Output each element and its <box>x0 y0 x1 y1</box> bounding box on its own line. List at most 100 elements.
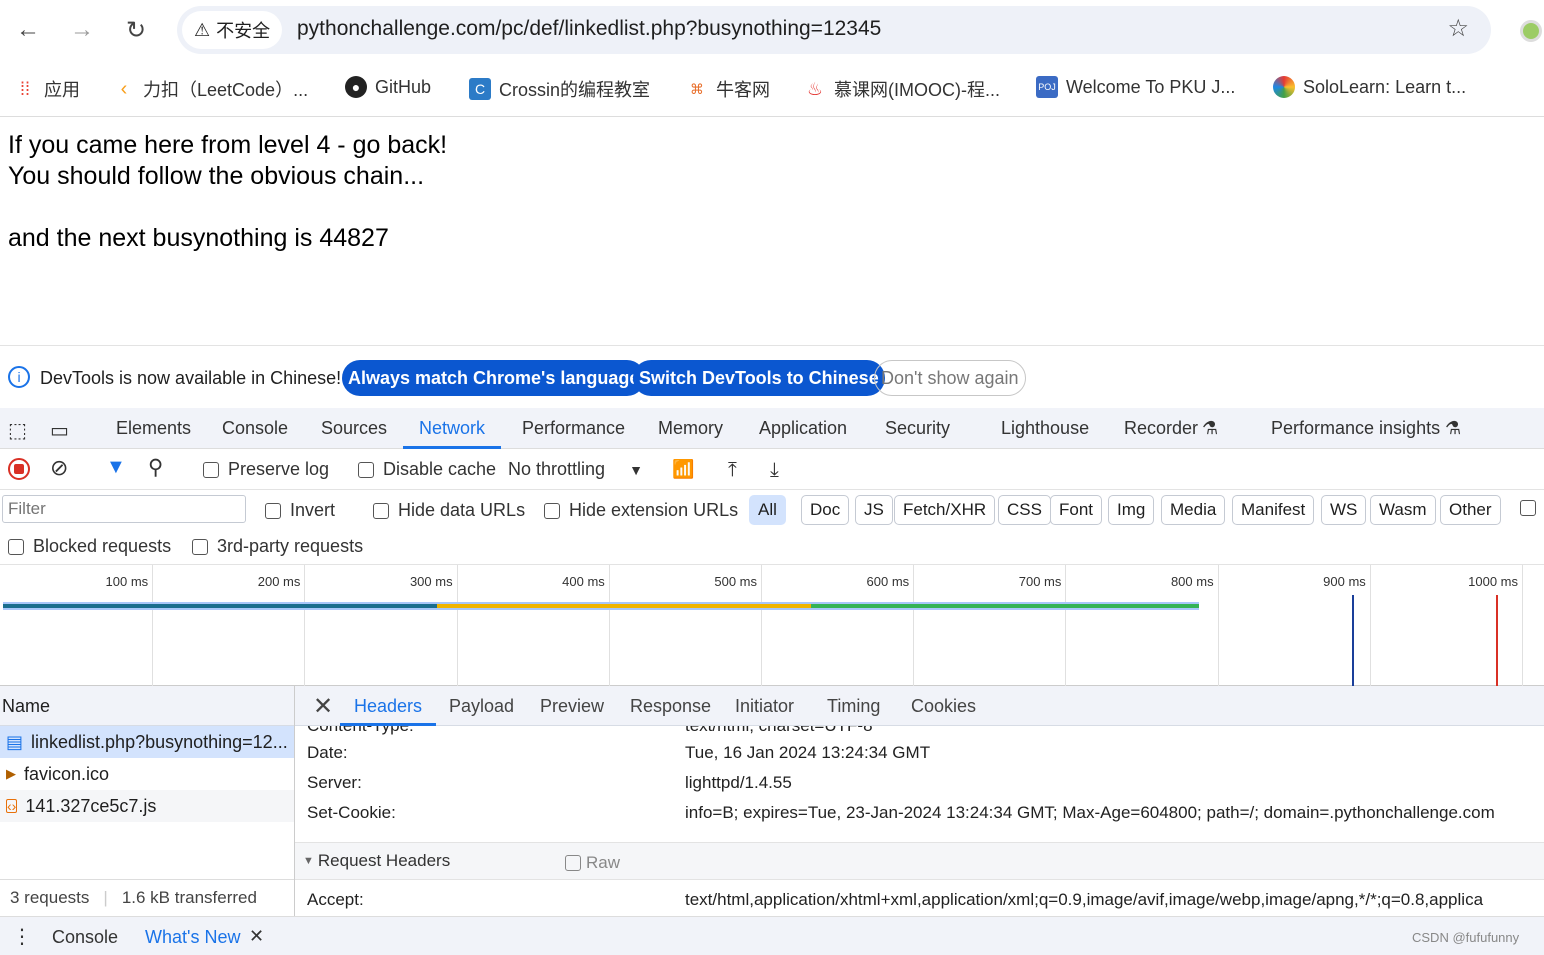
more-options-icon[interactable]: ⋮ <box>12 924 32 949</box>
dropdown-arrow-icon: ▼ <box>629 461 643 478</box>
filter-icon[interactable]: ▼ <box>106 456 126 479</box>
tick-label: 400 ms <box>562 574 605 589</box>
clear-icon[interactable]: ⊘ <box>50 455 68 481</box>
export-har-icon[interactable]: ⤓ <box>770 459 779 482</box>
bookmark-label: GitHub <box>375 76 432 97</box>
tab-recorder[interactable]: Recorder <box>1124 418 1198 439</box>
url-text[interactable]: pythonchallenge.com/pc/def/linkedlist.ph… <box>297 17 881 41</box>
request-row[interactable]: ▶ favicon.ico <box>0 758 294 790</box>
type-filter-all[interactable]: All <box>749 495 786 525</box>
tick-label: 800 ms <box>1170 574 1214 589</box>
type-filter-css[interactable]: CSS <box>998 495 1051 525</box>
type-filter-fetch-xhr[interactable]: Fetch/XHR <box>894 495 996 525</box>
tab-headers[interactable]: Headers <box>340 686 437 726</box>
tab-network[interactable]: Network <box>403 408 502 449</box>
address-bar[interactable]: ⚠ 不安全 pythonchallenge.com/pc/def/linkedli… <box>177 6 1491 54</box>
tab-application[interactable]: Application <box>759 418 847 439</box>
bookmark-apps[interactable]: ⁞⁞ 应用 <box>14 76 80 102</box>
security-chip[interactable]: ⚠ 不安全 <box>182 11 283 49</box>
throttling-select[interactable]: No throttling ▼ <box>508 459 643 480</box>
reload-button[interactable]: ↻ <box>116 10 156 50</box>
profile-avatar[interactable] <box>1520 20 1542 42</box>
always-match-language-button[interactable]: Always match Chrome's language <box>342 360 646 396</box>
requests-count: 3 requests <box>10 888 90 907</box>
raw-checkbox[interactable]: Raw <box>565 853 620 873</box>
record-stop-button[interactable] <box>8 458 30 480</box>
script-icon: ‹› <box>6 798 18 814</box>
bookmark-poj[interactable]: POJ Welcome To PKU J... <box>1036 76 1235 98</box>
request-row[interactable]: ‹› 141.327ce5c7.js <box>0 790 294 822</box>
device-toolbar-icon[interactable]: ▭ <box>50 418 69 443</box>
blocked-requests-checkbox[interactable]: Blocked requests <box>8 536 171 557</box>
type-filter-wasm[interactable]: Wasm <box>1370 495 1436 525</box>
tab-elements[interactable]: Elements <box>116 418 191 439</box>
network-conditions-icon[interactable]: 📶 <box>672 459 694 480</box>
type-filter-other[interactable]: Other <box>1440 495 1501 525</box>
tick-label: 600 ms <box>866 574 910 589</box>
invert-checkbox[interactable]: Invert <box>265 500 335 521</box>
type-filter-doc[interactable]: Doc <box>801 495 850 525</box>
bookmark-label: 牛客网 <box>716 80 770 100</box>
tab-preview[interactable]: Preview <box>540 696 604 717</box>
third-party-requests-checkbox[interactable]: 3rd-party requests <box>192 536 363 557</box>
type-filter-js[interactable]: JS <box>855 495 893 525</box>
drawer-tab-console[interactable]: Console <box>52 927 118 948</box>
switch-devtools-chinese-button[interactable]: Switch DevTools to Chinese <box>633 360 885 396</box>
back-button[interactable]: ← <box>8 10 48 50</box>
disable-cache-checkbox[interactable]: Disable cache <box>358 459 496 480</box>
grid-line <box>304 565 306 686</box>
tab-memory[interactable]: Memory <box>658 418 723 439</box>
search-icon[interactable]: ⚲ <box>148 455 163 480</box>
tab-cookies[interactable]: Cookies <box>911 696 976 717</box>
network-overview-timeline[interactable]: 100 ms 200 ms 300 ms 400 ms 500 ms 600 ms 700 … <box>0 565 1544 686</box>
request-waterfall-bar <box>436 602 812 610</box>
bookmark-star-icon[interactable]: ☆ <box>1447 14 1469 43</box>
grid-line <box>608 565 610 686</box>
tick-label: 300 ms <box>409 574 453 589</box>
close-icon[interactable]: ✕ <box>249 926 264 947</box>
tab-payload[interactable]: Payload <box>449 696 514 717</box>
name-column-header[interactable]: Name <box>0 686 294 726</box>
type-filter-manifest[interactable]: Manifest <box>1232 495 1315 525</box>
inspect-element-icon[interactable]: ⬚ <box>8 418 27 443</box>
forward-button[interactable]: → <box>62 10 102 50</box>
tab-timing[interactable]: Timing <box>827 696 880 717</box>
bookmark-github[interactable]: ● GitHub <box>345 76 431 98</box>
type-filter-font[interactable]: Font <box>1050 495 1103 525</box>
more-filter-checkbox[interactable] <box>1520 500 1544 516</box>
tab-console[interactable]: Console <box>222 418 288 439</box>
request-name: linkedlist.php?busynothing=12... <box>31 731 288 752</box>
request-row[interactable]: ▤ linkedlist.php?busynothing=12... <box>0 726 294 758</box>
request-details-panel: Content-Type: text/html; charset=UTF-8 D… <box>295 686 1544 916</box>
bookmark-crossin[interactable]: C Crossin的编程教室 <box>469 76 650 102</box>
bookmark-nowcoder[interactable]: ⌘ 牛客网 <box>686 76 770 102</box>
filter-input[interactable] <box>2 495 246 523</box>
type-filter-ws[interactable]: WS <box>1321 495 1367 525</box>
drawer-tab-whats-new[interactable]: What's New <box>145 927 240 948</box>
github-icon: ● <box>345 76 367 98</box>
apps-grid-icon: ⁞⁞ <box>19 78 30 99</box>
bookmark-sololearn[interactable]: SoloLearn: Learn t... <box>1273 76 1466 98</box>
close-icon[interactable]: ✕ <box>313 692 333 721</box>
tab-response[interactable]: Response <box>630 696 711 717</box>
hide-extension-urls-checkbox[interactable]: Hide extension URLs <box>544 500 738 521</box>
type-filter-media[interactable]: Media <box>1161 495 1226 525</box>
bookmark-leetcode[interactable]: ‹ 力扣（LeetCode）... <box>113 76 308 102</box>
type-filter-img[interactable]: Img <box>1108 495 1155 525</box>
grid-line <box>456 565 458 686</box>
preserve-log-checkbox[interactable]: Preserve log <box>203 459 329 480</box>
tab-performance[interactable]: Performance <box>522 418 625 439</box>
hide-data-urls-label: Hide data URLs <box>398 500 526 520</box>
devtools-tabbar: ⬚ ▭ Elements Console Sources Network Per… <box>0 408 1544 449</box>
bookmark-imooc[interactable]: ♨ 慕课网(IMOOC)-程... <box>804 76 1000 102</box>
request-headers-section[interactable]: ▼ Request Headers Raw <box>295 842 1544 880</box>
import-har-icon[interactable]: ⤒ <box>728 459 737 482</box>
tab-performance-insights[interactable]: Performance insights <box>1271 418 1440 439</box>
tab-initiator[interactable]: Initiator <box>735 696 794 717</box>
tab-sources[interactable]: Sources <box>321 418 387 439</box>
tab-lighthouse[interactable]: Lighthouse <box>1001 418 1089 439</box>
tab-security[interactable]: Security <box>885 418 950 439</box>
dont-show-again-button[interactable]: Don't show again <box>874 360 1026 396</box>
tick-label: 100 ms <box>105 574 149 589</box>
hide-data-urls-checkbox[interactable]: Hide data URLs <box>373 500 525 521</box>
